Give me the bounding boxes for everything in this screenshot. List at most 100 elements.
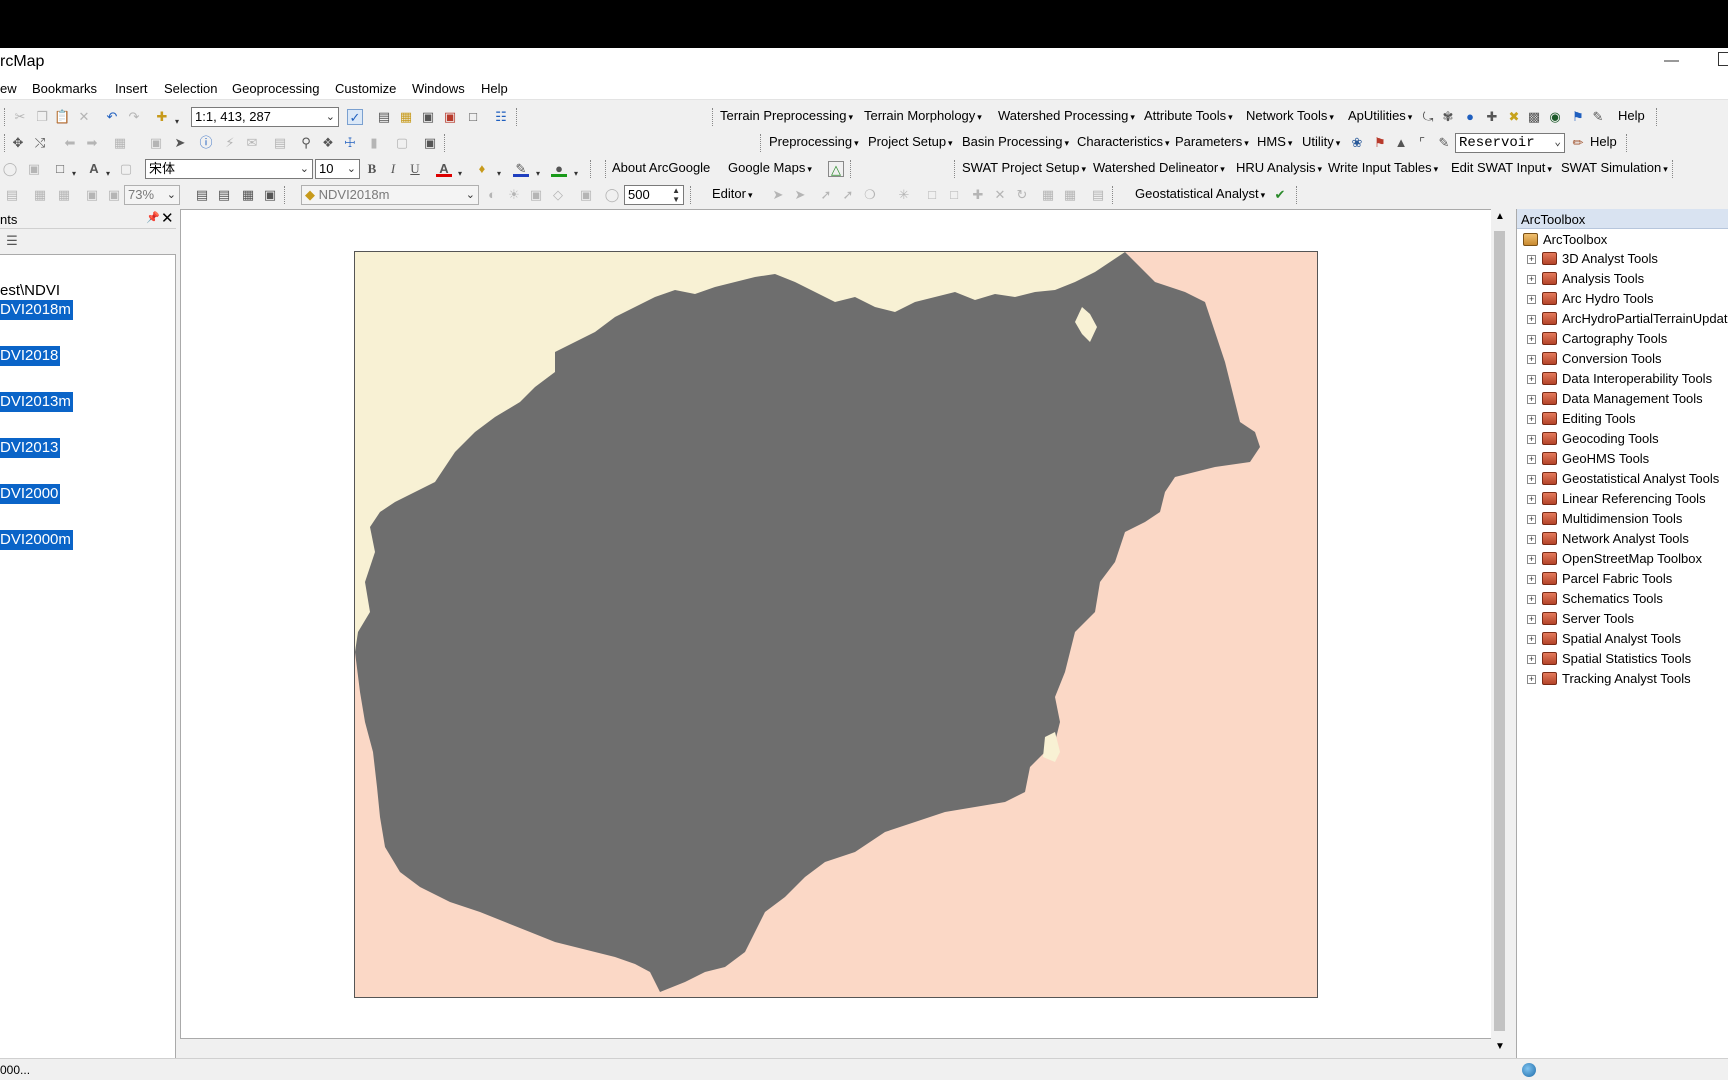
toolbox-item[interactable]: + OpenStreetMap Toolbox (1527, 550, 1702, 568)
point-tool-icon[interactable]: ✾ (1440, 109, 1456, 125)
toolbar-gripper[interactable] (690, 186, 693, 204)
delete-tool-icon[interactable]: ✖ (1506, 109, 1522, 125)
zoom-whole-page-icon[interactable]: ▣ (26, 161, 42, 177)
editor-toolbar-icon[interactable]: ✓ (347, 109, 363, 125)
arctoolbox-icon[interactable]: ▣ (442, 109, 458, 125)
toggle-draft-icon[interactable]: ▤ (194, 187, 210, 203)
geostatistical-wizard-icon[interactable]: ✔ (1272, 187, 1288, 203)
transparency-icon[interactable]: ▣ (528, 187, 544, 203)
focus-data-frame-icon[interactable]: ▤ (216, 187, 232, 203)
toolbar-gripper[interactable] (954, 160, 957, 178)
toolbar-gripper[interactable] (284, 186, 287, 204)
utility-menu[interactable]: Utility ▾ (1302, 134, 1340, 149)
cut-icon[interactable]: ✂ (12, 109, 28, 125)
expand-icon[interactable]: + (1527, 255, 1536, 264)
sketch-icon[interactable]: ✎ (1436, 135, 1452, 151)
chevron-down-icon[interactable]: ▾ (106, 170, 114, 178)
bold-icon[interactable]: B (364, 161, 380, 177)
toolbar-gripper[interactable] (850, 160, 853, 178)
list-by-options-icon[interactable]: ☰ (4, 233, 20, 249)
straight-segment-icon[interactable]: ➚ (818, 187, 834, 203)
rectangle-icon[interactable]: □ (52, 161, 68, 177)
reservoir-combo[interactable]: Reservoir ⌄ (1455, 133, 1565, 153)
data-driven-pages-icon[interactable]: ▣ (262, 187, 278, 203)
menu-selection[interactable]: Selection (164, 81, 217, 96)
spinner-arrows-icon[interactable]: ▲ ▼ (672, 186, 680, 204)
python-window-icon[interactable]: □ (465, 109, 481, 125)
search-window-icon[interactable]: ▣ (420, 109, 436, 125)
expand-icon[interactable]: + (1527, 615, 1536, 624)
attribute-tools-menu[interactable]: Attribute Tools ▾ (1144, 108, 1233, 123)
hms-menu[interactable]: HMS ▾ (1257, 134, 1292, 149)
toolbox-item[interactable]: + Analysis Tools (1527, 270, 1644, 288)
toolbox-item[interactable]: + Spatial Statistics Tools (1527, 650, 1691, 668)
expand-icon[interactable]: + (1527, 315, 1536, 324)
geostatistical-analyst-menu[interactable]: Geostatistical Analyst ▾ (1135, 186, 1265, 201)
time-slider-icon[interactable]: ▮ (366, 135, 382, 151)
toolbox-item[interactable]: + Editing Tools (1527, 410, 1635, 428)
toc-folder[interactable]: est\NDVI (0, 282, 60, 299)
toolbox-item[interactable]: + Parcel Fabric Tools (1527, 570, 1672, 588)
toolbox-item[interactable]: +3D Analyst Tools (1527, 250, 1658, 268)
layout-pan-icon[interactable]: ▤ (4, 187, 20, 203)
network-tools-menu[interactable]: Network Tools ▾ (1246, 108, 1334, 123)
pencil-icon[interactable]: ✎ (1590, 109, 1606, 125)
expand-icon[interactable]: + (1527, 575, 1536, 584)
outlet-tool-icon[interactable]: ⚑ (1372, 135, 1388, 151)
back-extent-icon[interactable]: ⬅ (62, 135, 78, 151)
trace-icon[interactable]: ❍ (862, 187, 878, 203)
rotate-icon[interactable]: ◯ (2, 161, 18, 177)
scroll-down-icon[interactable]: ▼ (1495, 1041, 1505, 1052)
hru-analysis-menu[interactable]: HRU Analysis ▾ (1236, 160, 1322, 175)
html-popup-icon[interactable]: ✉ (244, 135, 260, 151)
chevron-down-icon[interactable]: ⌄ (300, 160, 309, 178)
river-tool-icon[interactable]: ❀ (1349, 135, 1365, 151)
toolbox-item[interactable]: + Arc Hydro Tools (1527, 290, 1654, 308)
goto-xy-icon[interactable]: ☩ (342, 135, 358, 151)
layout-zoom-out-icon[interactable]: ▦ (56, 187, 72, 203)
menu-windows[interactable]: Windows (412, 81, 465, 96)
flag-icon[interactable]: ⚑ (1570, 109, 1586, 125)
chevron-down-icon[interactable]: ⌄ (326, 108, 335, 126)
google-image-icon[interactable]: △ (828, 161, 844, 177)
toolbox-item[interactable]: + Tracking Analyst Tools (1527, 670, 1691, 688)
modelbuilder-icon[interactable]: ☷ (493, 109, 509, 125)
toolbar-gripper[interactable] (605, 160, 608, 178)
layout-full-page-icon[interactable]: ▣ (106, 187, 122, 203)
vertical-scrollbar[interactable]: ▲ ▼ (1491, 209, 1508, 1079)
project-setup-menu[interactable]: Project Setup ▾ (868, 134, 953, 149)
end-point-arc-icon[interactable]: ➚ (840, 187, 856, 203)
font-size-combo[interactable]: 10 ⌄ (315, 159, 360, 179)
expand-icon[interactable]: + (1527, 535, 1536, 544)
layout-zoom-combo[interactable]: 73% ⌄ (124, 185, 180, 205)
characteristics-menu[interactable]: Characteristics ▾ (1077, 134, 1170, 149)
chevron-down-icon[interactable]: ⌄ (1554, 134, 1561, 152)
help-button-1[interactable]: Help (1618, 108, 1645, 123)
chevron-down-icon[interactable]: ▾ (458, 170, 466, 178)
font-color-icon[interactable]: A (436, 161, 452, 177)
about-arcgoogle-button[interactable]: About ArcGoogle (612, 160, 710, 175)
toolbox-item[interactable]: + Server Tools (1527, 610, 1634, 628)
text-icon[interactable]: A (86, 161, 102, 177)
menu-insert[interactable]: Insert (115, 81, 148, 96)
flicker-rate-icon[interactable]: ◯ (604, 187, 620, 203)
brightness-icon[interactable]: ☀ (506, 187, 522, 203)
layout-fixed-zoom-icon[interactable]: ▣ (84, 187, 100, 203)
expand-icon[interactable]: + (1527, 635, 1536, 644)
parameters-menu[interactable]: Parameters ▾ (1175, 134, 1249, 149)
aputilities-menu[interactable]: ApUtilities ▾ (1348, 108, 1412, 123)
scroll-up-icon[interactable]: ▲ (1495, 211, 1505, 222)
chevron-down-icon[interactable]: ⌄ (167, 186, 176, 204)
toolbar-gripper[interactable] (1656, 108, 1659, 126)
editor-menu[interactable]: Editor ▾ (712, 186, 753, 201)
underline-icon[interactable]: U (407, 161, 423, 177)
batch-point-icon[interactable]: ● (1462, 109, 1478, 125)
toc-layer[interactable]: DVI2013m (0, 392, 73, 412)
swipe-icon[interactable]: ◇ (550, 187, 566, 203)
edit-annotation-icon[interactable]: ➤ (792, 187, 808, 203)
toc-window-icon[interactable]: ▤ (376, 109, 392, 125)
sketch-properties-icon[interactable]: ▦ (1062, 187, 1078, 203)
flicker-icon[interactable]: ▣ (578, 187, 594, 203)
write-input-tables-menu[interactable]: Write Input Tables ▾ (1328, 160, 1438, 175)
layout-tool-icon[interactable]: ▩ (1526, 109, 1542, 125)
